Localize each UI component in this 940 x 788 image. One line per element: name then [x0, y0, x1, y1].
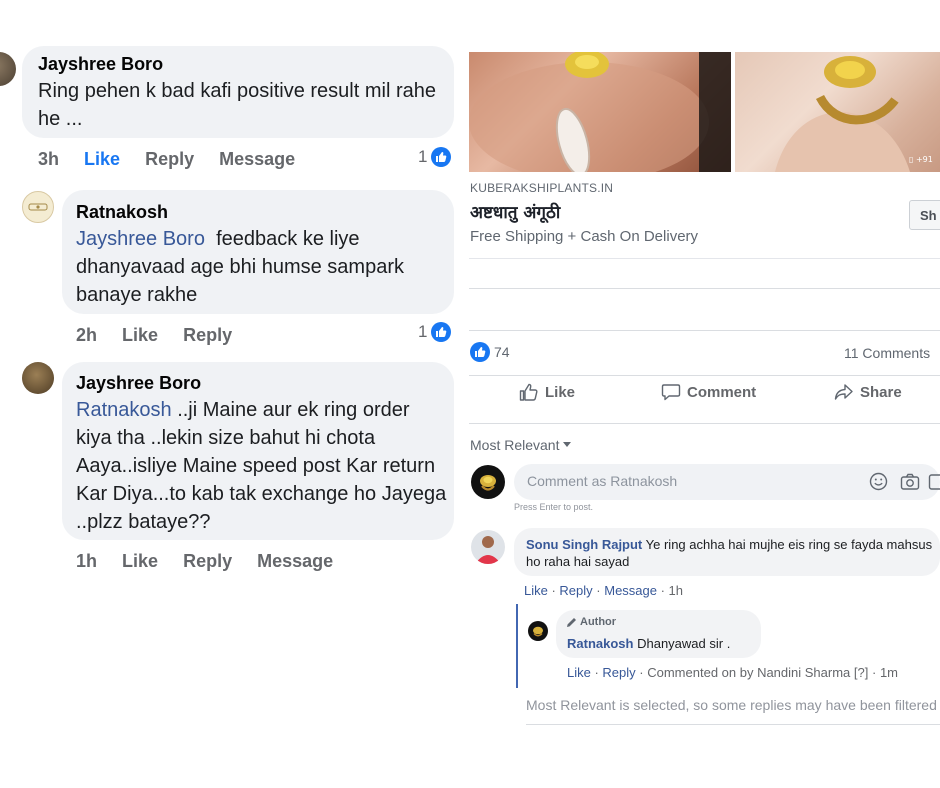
message-link[interactable]: Message: [219, 149, 295, 169]
author-badge: Author: [566, 616, 616, 628]
link-subtitle: Free Shipping + Cash On Delivery: [470, 228, 699, 245]
link-title[interactable]: अष्टधातु अंगूठी: [470, 200, 560, 223]
comment-input[interactable]: Comment as Ratnakosh: [514, 464, 940, 500]
reply-link[interactable]: Reply: [145, 149, 194, 169]
commented-on-note: Commented on by Nandini Sharma: [647, 665, 851, 680]
camera-icon[interactable]: [900, 473, 920, 491]
reaction-count[interactable]: 1: [418, 147, 452, 167]
reply-text: Ratnakosh Dhanyawad sir .: [567, 636, 730, 651]
comment-text: Jayshree Boro feedback ke liye dhanyavaa…: [76, 225, 448, 309]
comment-actions: 1h Like Reply Message: [76, 551, 353, 572]
comment-action-button[interactable]: Comment: [661, 383, 756, 401]
avatar[interactable]: [22, 362, 54, 394]
divider: [469, 330, 940, 331]
post-panel: ▯ +91 KUBERAKSHIPLANTS.IN अष्टधातु अंगूठ…: [469, 0, 940, 788]
caret-down-icon: [563, 442, 572, 447]
ratnakosh-logo-icon: [533, 626, 543, 637]
reply-link[interactable]: Reply: [559, 583, 592, 598]
commenter-name[interactable]: Ratnakosh: [76, 202, 168, 223]
link-preview[interactable]: KUBERAKSHIPLANTS.IN अष्टधातु अंगूठी Free…: [469, 172, 940, 259]
ratnakosh-logo-icon: [28, 203, 48, 211]
press-enter-hint: Press Enter to post.: [514, 502, 594, 512]
like-link[interactable]: Like: [122, 325, 158, 345]
avatar[interactable]: [528, 621, 548, 641]
reactions-summary[interactable]: 74: [470, 342, 510, 362]
sort-label: Most Relevant: [470, 437, 560, 453]
left-comments-panel: Jayshree Boro Ring pehen k bad kafi posi…: [0, 0, 465, 788]
comments-count[interactable]: 11 Comments: [844, 345, 930, 361]
thumbs-up-icon: [431, 322, 452, 342]
comment-text: Ratnakosh ..ji Maine aur ek ring order k…: [76, 396, 448, 536]
divider: [469, 375, 940, 376]
comment-sort-dropdown[interactable]: Most Relevant: [470, 437, 572, 453]
product-photo[interactable]: ▯ +91: [735, 52, 940, 172]
thumbs-up-icon: [519, 383, 538, 401]
reply-link[interactable]: Reply: [183, 325, 232, 345]
comment-actions: 3h Like Reply Message: [38, 149, 315, 170]
thumbs-up-icon: [470, 342, 490, 362]
comment-actions: 2h Like Reply: [76, 325, 252, 346]
svg-text:▯ +91: ▯ +91: [909, 155, 933, 164]
comment-time[interactable]: 1h: [669, 583, 683, 598]
pencil-icon: [567, 617, 576, 627]
comment-text: Sonu Singh Rajput Ye ring achha hai mujh…: [526, 536, 936, 570]
reply-body: Dhanyawad sir .: [637, 636, 731, 651]
message-link[interactable]: Message: [604, 583, 657, 598]
user-photo-icon: [475, 536, 501, 564]
avatar[interactable]: [22, 191, 54, 223]
gif-icon[interactable]: [928, 473, 940, 491]
avatar[interactable]: [471, 530, 505, 564]
comment-action-label: Comment: [687, 383, 757, 401]
comment-input-placeholder: Comment as Ratnakosh: [527, 473, 678, 489]
divider: [469, 288, 940, 289]
reply-thread-line: [516, 604, 518, 688]
commenter-name[interactable]: Jayshree Boro: [38, 54, 163, 75]
commenter-name[interactable]: Jayshree Boro: [76, 373, 201, 394]
like-link[interactable]: Like: [567, 665, 591, 680]
shop-now-label: Sh: [920, 208, 937, 223]
reaction-count[interactable]: 1: [418, 322, 452, 342]
ring-closeup-image: ▯ +91: [775, 56, 933, 172]
comment-text: Ring pehen k bad kafi positive result mi…: [38, 80, 436, 130]
author-badge-label: Author: [580, 616, 617, 628]
like-link[interactable]: Like: [524, 583, 548, 598]
comment-icon: [661, 384, 681, 401]
comment-time[interactable]: 3h: [38, 149, 59, 169]
comment-actions: Like · Reply · Message · 1h: [524, 583, 684, 598]
shop-now-button[interactable]: Sh: [909, 200, 940, 230]
mention-link[interactable]: Ratnakosh: [76, 399, 172, 421]
share-action-button[interactable]: Share: [834, 383, 902, 401]
reply-actions: Like · Reply · Commented on by Nandini S…: [567, 665, 899, 680]
divider: [526, 724, 940, 725]
commenter-name[interactable]: Ratnakosh: [567, 636, 633, 651]
ring-on-finger-image: [469, 52, 731, 172]
likes-count: 74: [494, 344, 510, 360]
message-link[interactable]: Message: [257, 551, 333, 571]
comment-time[interactable]: 2h: [76, 325, 97, 345]
thumbs-up-icon: [431, 147, 452, 167]
like-action-label: Like: [545, 383, 576, 401]
divider: [469, 423, 940, 424]
mention-link[interactable]: Jayshree Boro: [76, 228, 205, 250]
reply-time[interactable]: 1m: [880, 665, 898, 680]
emoji-icon[interactable]: [869, 472, 888, 491]
reply-link[interactable]: Reply: [602, 665, 635, 680]
commenter-name[interactable]: Sonu Singh Rajput: [526, 537, 642, 552]
share-icon: [834, 384, 853, 400]
like-link[interactable]: Like: [84, 149, 120, 169]
help-link[interactable]: [?]: [854, 665, 868, 680]
comment-time[interactable]: 1h: [76, 551, 97, 571]
share-action-label: Share: [860, 383, 902, 401]
reply-link[interactable]: Reply: [183, 551, 232, 571]
ratnakosh-logo-icon: [480, 475, 496, 491]
like-action-button[interactable]: Like: [519, 383, 575, 401]
like-link[interactable]: Like: [122, 551, 158, 571]
avatar[interactable]: [471, 465, 505, 499]
link-domain: KUBERAKSHIPLANTS.IN: [470, 181, 614, 195]
avatar[interactable]: [0, 52, 16, 86]
product-photo[interactable]: [469, 52, 731, 172]
reaction-number: 1: [418, 147, 428, 166]
reaction-number: 1: [418, 322, 428, 341]
filter-notice: Most Relevant is selected, so some repli…: [526, 697, 940, 713]
